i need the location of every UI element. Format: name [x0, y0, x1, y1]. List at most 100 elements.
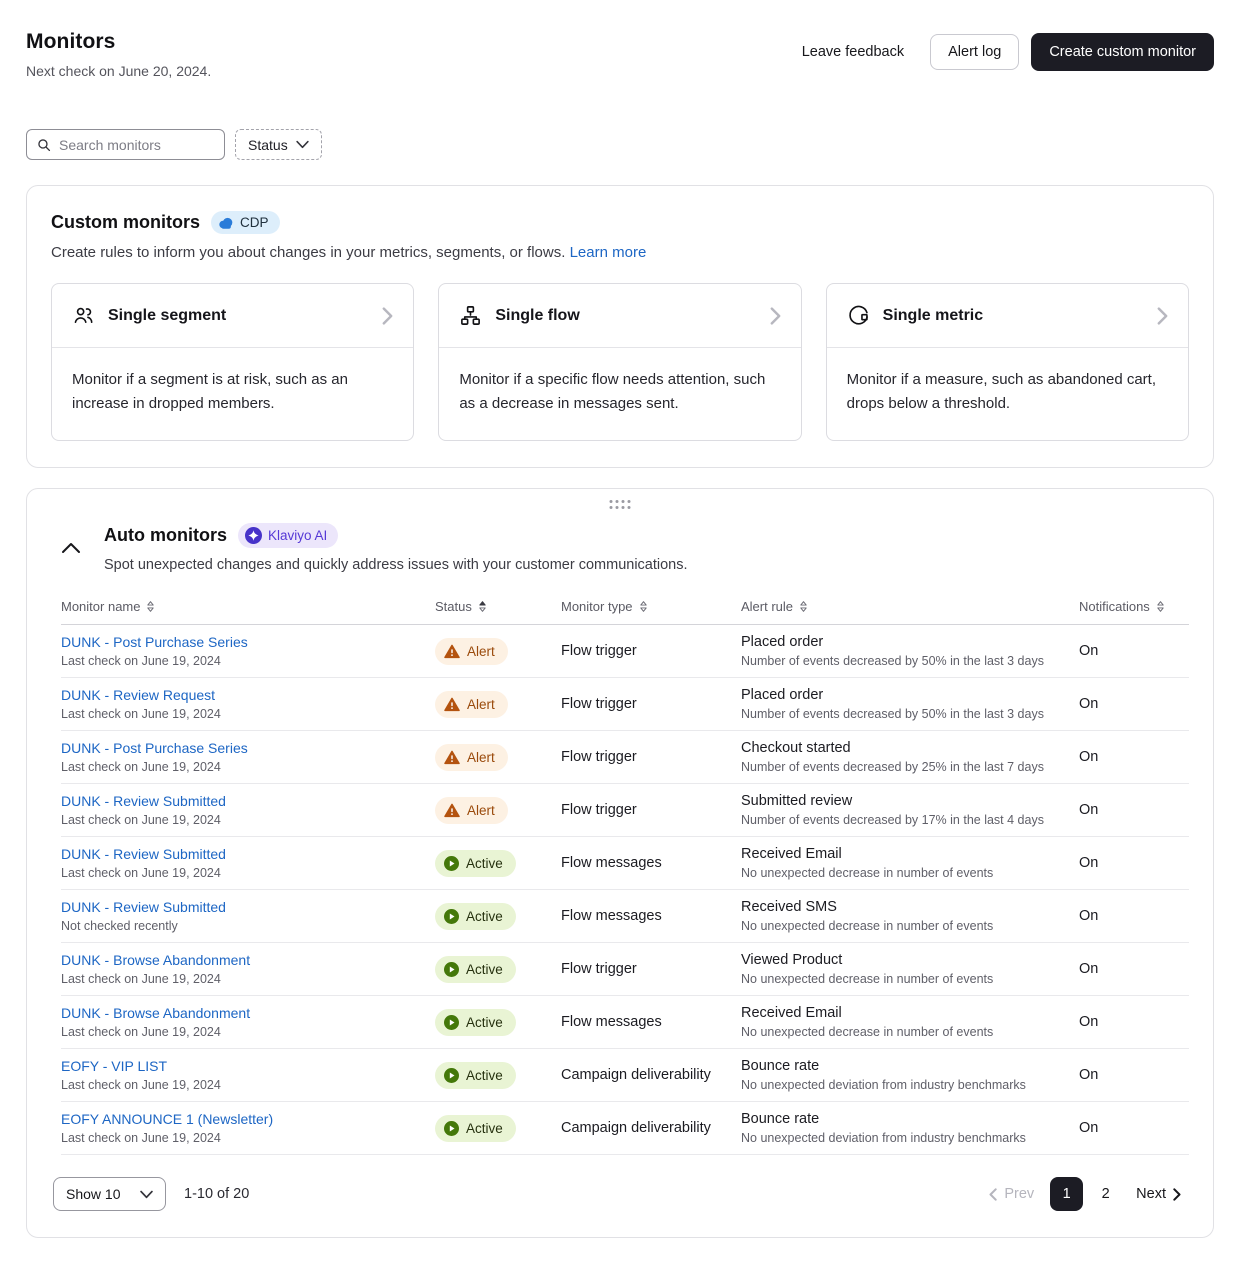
monitor-name-link[interactable]: DUNK - Review Submitted: [61, 846, 226, 862]
chevron-down-icon: [296, 140, 309, 149]
monitor-name-link[interactable]: DUNK - Browse Abandonment: [61, 1005, 250, 1021]
alert-rule-cell: Received Email No unexpected decrease in…: [741, 1005, 1079, 1039]
auto-monitors-title: Auto monitors: [104, 525, 227, 546]
status-cell: Active: [435, 1009, 561, 1036]
learn-more-link[interactable]: Learn more: [570, 244, 647, 261]
play-circle-icon: [444, 1068, 459, 1083]
monitor-name-cell: DUNK - Browse Abandonment Last check on …: [61, 1005, 435, 1039]
page-2-button[interactable]: 2: [1089, 1177, 1122, 1211]
column-label: Monitor name: [61, 599, 140, 614]
sort-icon: [1156, 600, 1165, 613]
table-row: DUNK - Review Submitted Last check on Ju…: [61, 784, 1189, 837]
monitor-name-link[interactable]: DUNK - Review Submitted: [61, 899, 226, 915]
table-row: EOFY - VIP LIST Last check on June 19, 2…: [61, 1049, 1189, 1102]
single-metric-description: Monitor if a measure, such as abandoned …: [827, 348, 1188, 440]
column-header-monitor-type[interactable]: Monitor type: [561, 599, 741, 614]
alert-rule-name: Received Email: [741, 846, 1079, 862]
column-label: Status: [435, 599, 472, 614]
header-actions: Leave feedback Alert log Create custom m…: [788, 30, 1214, 71]
search-icon: [37, 138, 51, 152]
monitor-name-link[interactable]: EOFY ANNOUNCE 1 (Newsletter): [61, 1111, 273, 1127]
search-monitors-box[interactable]: [26, 129, 225, 160]
alert-rule-cell: Checkout started Number of events decrea…: [741, 740, 1079, 774]
collapse-section-button[interactable]: [59, 537, 83, 561]
search-monitors-input[interactable]: [59, 137, 214, 153]
chevron-right-icon: [382, 307, 393, 325]
single-metric-card[interactable]: Single metric Monitor if a measure, such…: [826, 283, 1189, 441]
monitor-name-cell: DUNK - Review Submitted Not checked rece…: [61, 899, 435, 933]
alert-rule-detail: No unexpected decrease in number of even…: [741, 972, 1079, 986]
status-label: Active: [466, 962, 503, 977]
monitor-name-cell: DUNK - Browse Abandonment Last check on …: [61, 952, 435, 986]
pagination-bar: Show 10 1-10 of 20 Prev 1 2 Next: [53, 1177, 1189, 1211]
monitor-name-link[interactable]: EOFY - VIP LIST: [61, 1058, 167, 1074]
status-cell: Active: [435, 956, 561, 983]
page-1-button[interactable]: 1: [1050, 1177, 1083, 1211]
column-header-status[interactable]: Status: [435, 599, 561, 614]
monitor-type-cell: Flow trigger: [561, 749, 741, 765]
status-filter-dropdown[interactable]: Status: [235, 129, 322, 160]
play-circle-icon: [444, 856, 459, 871]
notifications-cell: On: [1079, 1120, 1189, 1136]
status-badge: Active: [435, 903, 516, 930]
alert-rule-cell: Bounce rate No unexpected deviation from…: [741, 1111, 1079, 1145]
last-check-text: Last check on June 19, 2024: [61, 760, 435, 774]
monitor-type-cell: Flow trigger: [561, 696, 741, 712]
alert-rule-name: Submitted review: [741, 793, 1079, 809]
monitor-name-link[interactable]: DUNK - Review Request: [61, 687, 215, 703]
auto-monitors-section: Auto monitors Klaviyo AI Spot unexpected…: [26, 488, 1214, 1238]
table-row: DUNK - Browse Abandonment Last check on …: [61, 943, 1189, 996]
column-header-notifications[interactable]: Notifications: [1079, 599, 1189, 614]
alert-log-button[interactable]: Alert log: [930, 34, 1019, 70]
alert-rule-cell: Placed order Number of events decreased …: [741, 687, 1079, 721]
next-page-button[interactable]: Next: [1128, 1180, 1189, 1208]
pagination-range: 1-10 of 20: [184, 1186, 249, 1202]
column-header-monitor-name[interactable]: Monitor name: [61, 599, 435, 614]
status-cell: Alert: [435, 638, 561, 665]
monitor-name-link[interactable]: DUNK - Post Purchase Series: [61, 634, 248, 650]
status-cell: Alert: [435, 797, 561, 824]
alert-rule-name: Placed order: [741, 634, 1079, 650]
notifications-cell: On: [1079, 696, 1189, 712]
next-check-subtitle: Next check on June 20, 2024.: [26, 63, 211, 79]
status-label: Alert: [467, 644, 495, 659]
monitor-type-cell: Campaign deliverability: [561, 1067, 741, 1083]
monitor-name-cell: DUNK - Post Purchase Series Last check o…: [61, 740, 435, 774]
status-badge: Active: [435, 850, 516, 877]
status-cell: Active: [435, 850, 561, 877]
leave-feedback-button[interactable]: Leave feedback: [788, 35, 918, 69]
notifications-cell: On: [1079, 908, 1189, 924]
play-circle-icon: [444, 1015, 459, 1030]
status-label: Active: [466, 1015, 503, 1030]
play-circle-icon: [444, 909, 459, 924]
people-icon: [72, 304, 95, 327]
alert-rule-detail: No unexpected deviation from industry be…: [741, 1131, 1079, 1145]
monitor-name-link[interactable]: DUNK - Post Purchase Series: [61, 740, 248, 756]
monitor-name-link[interactable]: DUNK - Browse Abandonment: [61, 952, 250, 968]
custom-monitors-title: Custom monitors: [51, 212, 200, 233]
custom-monitors-description-text: Create rules to inform you about changes…: [51, 244, 565, 261]
prev-page-button[interactable]: Prev: [979, 1180, 1044, 1208]
column-header-alert-rule[interactable]: Alert rule: [741, 599, 1079, 614]
monitor-type-cell: Flow messages: [561, 1014, 741, 1030]
notifications-cell: On: [1079, 1067, 1189, 1083]
last-check-text: Last check on June 19, 2024: [61, 866, 435, 880]
single-segment-card[interactable]: Single segment Monitor if a segment is a…: [51, 283, 414, 441]
status-filter-label: Status: [248, 137, 288, 153]
last-check-text: Last check on June 19, 2024: [61, 1025, 435, 1039]
status-badge: Active: [435, 956, 516, 983]
single-flow-card[interactable]: Single flow Monitor if a specific flow n…: [438, 283, 801, 441]
warning-triangle-icon: [444, 803, 460, 818]
show-per-page-select[interactable]: Show 10: [53, 1177, 166, 1211]
monitor-type-cell: Campaign deliverability: [561, 1120, 741, 1136]
create-custom-monitor-button[interactable]: Create custom monitor: [1031, 33, 1214, 71]
last-check-text: Last check on June 19, 2024: [61, 1078, 435, 1092]
gauge-icon: [847, 304, 870, 327]
custom-monitors-title-row: Custom monitors CDP: [51, 211, 1189, 234]
auto-monitors-description: Spot unexpected changes and quickly addr…: [104, 557, 688, 573]
monitors-page: Monitors Next check on June 20, 2024. Le…: [0, 0, 1240, 1258]
monitor-name-link[interactable]: DUNK - Review Submitted: [61, 793, 226, 809]
custom-monitors-description: Create rules to inform you about changes…: [51, 244, 1189, 261]
drag-handle-icon[interactable]: [610, 500, 631, 509]
monitor-name-cell: EOFY ANNOUNCE 1 (Newsletter) Last check …: [61, 1111, 435, 1145]
